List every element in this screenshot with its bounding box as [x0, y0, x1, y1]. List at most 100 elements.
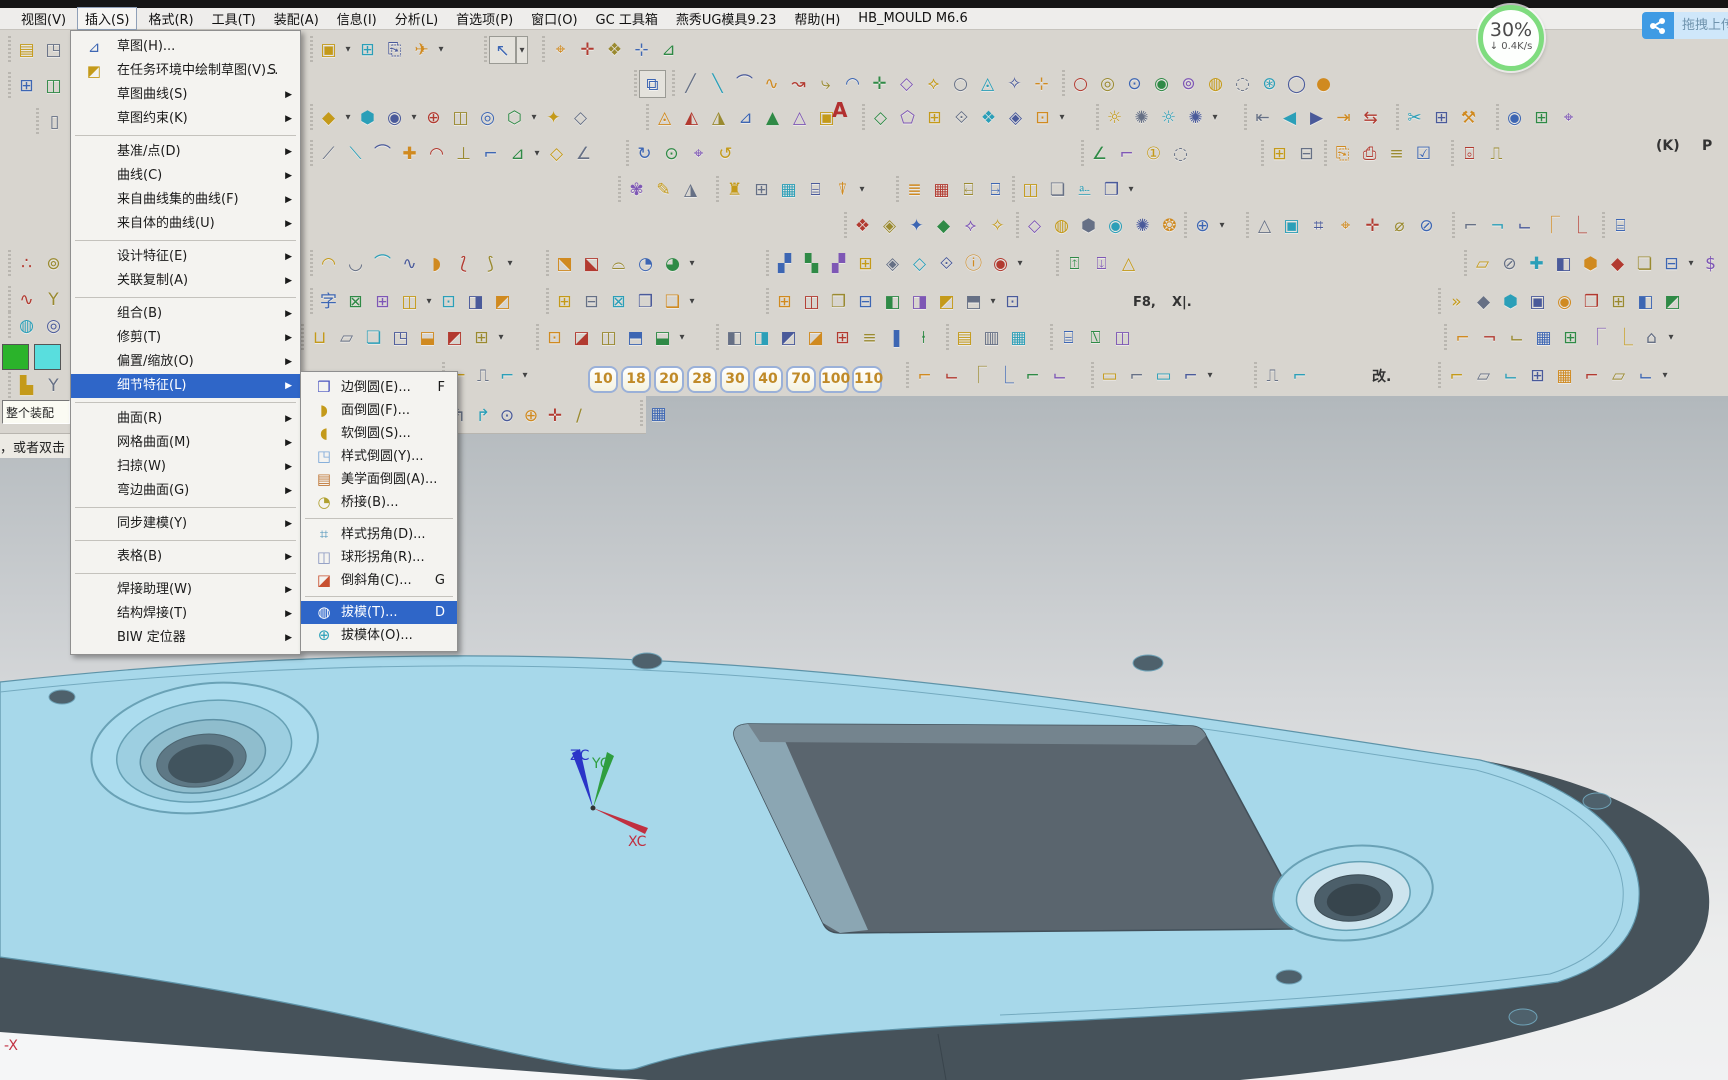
toolbar-icon[interactable]: ▭	[1150, 362, 1177, 390]
toolbar-icon[interactable]: ⎘	[381, 36, 408, 64]
toolbar-icon[interactable]: ❒	[825, 288, 852, 316]
toolbar-icon[interactable]: ◳	[40, 36, 67, 64]
toolbar-icon[interactable]: ▤	[13, 36, 40, 64]
menu-item[interactable]: 设计特征(E)▶	[71, 245, 300, 269]
toolbar-icon[interactable]: ⎁	[1071, 176, 1098, 204]
toolbar-icon[interactable]: ❖	[601, 36, 628, 64]
toolbar-icon[interactable]: ●	[1310, 70, 1337, 98]
toolbar-icon[interactable]: ▾	[1685, 250, 1697, 278]
toolbar-icon[interactable]: ◬	[974, 70, 1001, 98]
toolbar-icon[interactable]: ▾	[495, 324, 507, 352]
toolbar-icon[interactable]: 字	[315, 288, 342, 316]
toolbar-icon[interactable]: ⎍	[471, 362, 495, 390]
selection-scope-combo[interactable]: 整个装配	[2, 400, 70, 424]
toolbar-text-icon[interactable]: A	[832, 98, 847, 122]
toolbar-icon[interactable]: ⌙	[1046, 362, 1073, 390]
toolbar-icon[interactable]: ⊘	[1496, 250, 1523, 278]
menu-item[interactable]: ⊕拔模体(O)...	[301, 624, 457, 647]
toolbar-icon[interactable]: ❒	[1098, 176, 1125, 204]
toolbar-icon[interactable]: ✧	[984, 212, 1011, 240]
menu-item[interactable]: ▤美学面倒圆(A)...	[301, 468, 457, 491]
toolbar-icon[interactable]: ⬔	[551, 250, 578, 278]
toolbar-icon[interactable]: ▾	[1056, 104, 1068, 132]
toolbar-icon[interactable]: ⍿	[910, 324, 937, 352]
menu-item[interactable]: ◳样式倒圆(Y)...	[301, 445, 457, 468]
toolbar-icon[interactable]: ⊞	[1605, 288, 1632, 316]
toolbar-icon[interactable]: ◫	[396, 288, 423, 316]
toolbar-icon[interactable]: ⊹	[1028, 70, 1055, 98]
toolbar-icon[interactable]: ⊞	[1428, 104, 1455, 132]
number-button-10[interactable]: 10	[588, 366, 618, 393]
menubar-item-10[interactable]: 燕秀UG模具9.23	[669, 8, 784, 29]
toolbar-icon[interactable]: ✦	[540, 104, 567, 132]
toolbar-icon[interactable]: ⌐	[1457, 212, 1484, 240]
menu-item[interactable]: 基准/点(D)▶	[71, 140, 300, 164]
menu-item[interactable]: 网格曲面(M)▶	[71, 431, 300, 455]
toolbar-icon[interactable]: ▣	[1524, 288, 1551, 316]
toolbar-icon[interactable]: ⊿	[732, 104, 759, 132]
number-button-20[interactable]: 20	[654, 366, 684, 393]
toolbar-icon[interactable]: ⌙	[1511, 212, 1538, 240]
toolbar-icon[interactable]: ▾	[528, 104, 540, 132]
toolbar-icon[interactable]: ⬡	[501, 104, 528, 132]
toolbar-icon[interactable]: ▾	[516, 36, 528, 64]
toolbar-icon[interactable]: ◆	[1604, 250, 1631, 278]
toolbar-icon[interactable]: ⊟	[1293, 140, 1320, 168]
toolbar-icon[interactable]: ☼	[1101, 104, 1128, 132]
toolbar-icon[interactable]: ✺	[1128, 104, 1155, 132]
toolbar-icon[interactable]: ⊞	[1524, 362, 1551, 390]
toolbar-icon[interactable]: ⌐	[1578, 362, 1605, 390]
toolbar-icon[interactable]: ⎍	[1483, 140, 1510, 168]
menubar-item-2[interactable]: 格式(R)	[141, 8, 200, 29]
toolbar-icon[interactable]: ⊞	[551, 288, 578, 316]
toolbar-icon[interactable]: ◕	[659, 250, 686, 278]
toolbar-icon[interactable]: ▾	[856, 176, 868, 204]
toolbar-text-icon[interactable]: X|.	[1172, 295, 1192, 310]
toolbar-icon[interactable]: ○	[947, 70, 974, 98]
toolbar-icon[interactable]: ✂	[1401, 104, 1428, 132]
toolbar-icon[interactable]: ∿	[396, 250, 423, 278]
toolbar-icon[interactable]: ¬	[1476, 324, 1503, 352]
toolbar-icon[interactable]: ⊞	[748, 176, 775, 204]
toolbar-icon[interactable]: »	[1443, 288, 1470, 316]
toolbar-icon[interactable]: ⎍	[1259, 362, 1286, 390]
toolbar-text-icon[interactable]: 改.	[1372, 366, 1391, 386]
toolbar-icon[interactable]: ⎿	[1565, 212, 1592, 240]
toolbar-icon[interactable]: ◨	[462, 288, 489, 316]
toolbar-icon[interactable]: ▾	[1204, 362, 1216, 390]
toolbar-icon[interactable]: ◩	[933, 288, 960, 316]
toolbar-icon[interactable]: ▾	[342, 104, 354, 132]
toolbar-icon[interactable]: ◍	[13, 312, 40, 340]
menu-item[interactable]: 曲面(R)▶	[71, 407, 300, 431]
toolbar-icon[interactable]: ⊞	[13, 72, 40, 100]
number-button-100[interactable]: 100	[819, 366, 849, 393]
toolbar-icon[interactable]: ◎	[1094, 70, 1121, 98]
toolbar-icon[interactable]: ⊘	[1413, 212, 1440, 240]
toolbar-icon[interactable]: ⚒	[1455, 104, 1482, 132]
toolbar-icon[interactable]: ▙	[13, 372, 40, 400]
toolbar-icon[interactable]: ⎾	[965, 362, 992, 390]
toolbar-icon[interactable]: ✾	[623, 176, 650, 204]
toolbar-icon[interactable]: ◈	[879, 250, 906, 278]
toolbar-icon[interactable]: ▾	[408, 104, 420, 132]
toolbar-icon[interactable]: ⎿	[1611, 324, 1638, 352]
toolbar-icon[interactable]: ▦	[1005, 324, 1032, 352]
toolbar-icon[interactable]: ⊞	[369, 288, 396, 316]
toolbar-icon[interactable]: ◧	[879, 288, 906, 316]
toolbar-icon[interactable]: ⊞	[1266, 140, 1293, 168]
toolbar-icon[interactable]: ⊚	[1175, 70, 1202, 98]
toolbar-icon[interactable]: ⊕	[1189, 212, 1216, 240]
toolbar-icon[interactable]: ✛	[574, 36, 601, 64]
toolbar-icon[interactable]: ◍	[1202, 70, 1229, 98]
toolbar-icon[interactable]: ◉	[381, 104, 408, 132]
menu-item[interactable]: ◗面倒圆(F)...	[301, 399, 457, 422]
toolbar-icon[interactable]: ⌐	[1177, 362, 1204, 390]
toolbar-icon[interactable]: ◫	[447, 104, 474, 132]
toolbar-icon[interactable]: ⊟	[852, 288, 879, 316]
menu-item[interactable]: 草图约束(K)▶	[71, 107, 300, 131]
toolbar-icon[interactable]: △	[786, 104, 813, 132]
toolbar-icon[interactable]: ◇	[906, 250, 933, 278]
toolbar-icon[interactable]: ◇	[893, 70, 920, 98]
upload-button[interactable]: 拖拽上传	[1642, 12, 1728, 39]
toolbar-icon[interactable]: ⊟	[578, 288, 605, 316]
